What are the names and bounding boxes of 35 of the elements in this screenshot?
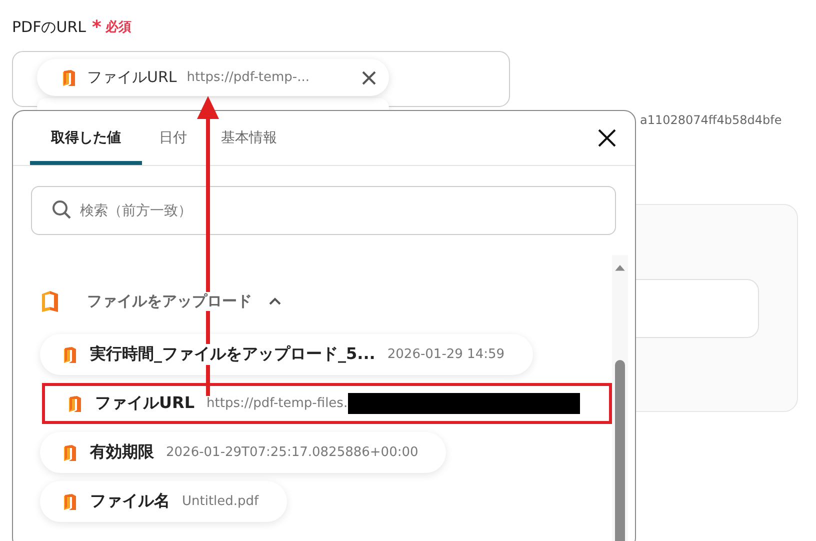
item-value: 2026-01-29T07:25:17.0825886+00:00 (166, 445, 418, 460)
remove-icon[interactable] (361, 70, 377, 86)
file-icon (62, 346, 78, 364)
list-item[interactable]: 有効期限 2026-01-29T07:25:17.0825886+00:00 (40, 432, 446, 473)
chip-label: ファイルURL (87, 68, 177, 87)
file-icon (62, 492, 78, 510)
item-value: 2026-01-29 14:59 (387, 347, 505, 362)
tab[interactable]: 基本情報 (204, 111, 294, 165)
close-icon[interactable] (597, 128, 617, 148)
file-icon (62, 444, 78, 462)
tab[interactable]: 取得した値 (30, 111, 142, 165)
chip-value: https://pdf-temp-... (186, 70, 311, 85)
required-label: 必須 (105, 18, 132, 36)
scroll-up-icon[interactable] (614, 263, 626, 272)
file-icon (61, 68, 77, 86)
tab[interactable]: 日付 (142, 111, 204, 165)
search-field[interactable]: 検索（前方一致） (31, 186, 616, 235)
item-label: 有効期限 (90, 442, 154, 463)
value-chip[interactable]: ファイルURL https://pdf-temp-... (37, 59, 389, 96)
list-item[interactable]: ファイルURL https://pdf-temp-files. (42, 383, 612, 424)
item-value: https://pdf-temp-files. (206, 396, 348, 411)
id-text: a11028074ff4b58d4bfe (640, 113, 782, 127)
file-icon (40, 290, 60, 312)
search-icon (52, 200, 72, 220)
scroll-thumb[interactable] (615, 360, 625, 541)
list-item[interactable]: ファイル名 Untitled.pdf (40, 481, 287, 522)
required-mark: * (92, 16, 102, 38)
list-item[interactable]: 実行時間_ファイルをアップロード_5... 2026-01-29 14:59 (40, 334, 533, 375)
section-title: ファイルをアップロード (87, 292, 252, 310)
field-label: PDFのURL (12, 18, 86, 36)
file-icon (67, 394, 83, 412)
caret-icon[interactable] (268, 296, 282, 306)
item-label: 実行時間_ファイルをアップロード_5... (90, 344, 376, 365)
item-value: Untitled.pdf (182, 494, 259, 509)
scrollbar[interactable] (612, 255, 628, 541)
